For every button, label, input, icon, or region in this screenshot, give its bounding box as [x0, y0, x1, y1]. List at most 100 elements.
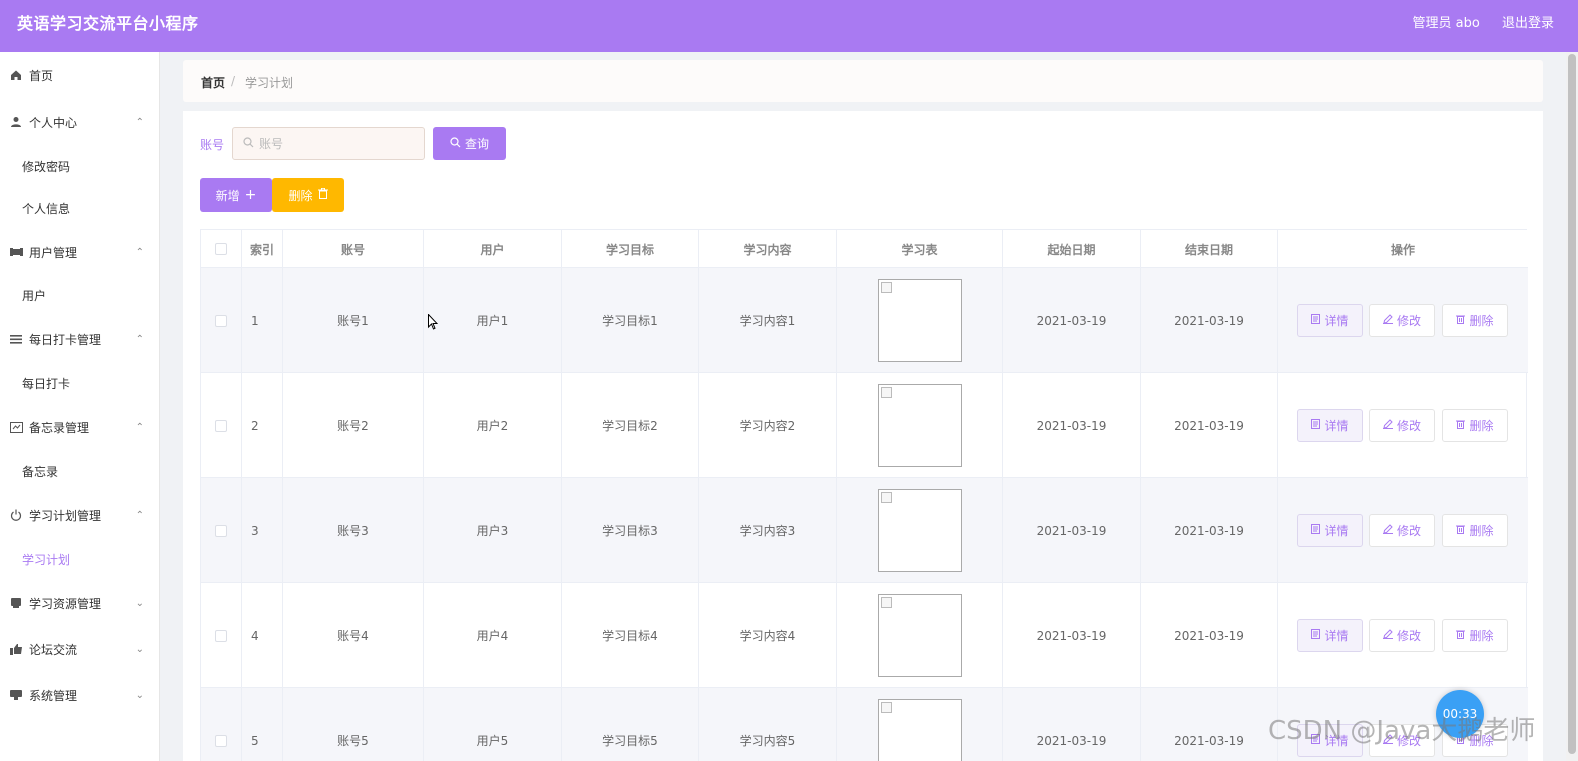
cell-content: 学习内容5	[699, 688, 837, 761]
search-input[interactable]: 账号	[232, 127, 425, 160]
chevron-up-icon: ⌃	[135, 246, 144, 258]
document-icon	[1311, 419, 1321, 432]
edit-button[interactable]: 修改	[1369, 409, 1435, 442]
cell-start-date: 2021-03-19	[1003, 478, 1141, 583]
chevron-up-icon: ⌃	[135, 421, 144, 433]
sidebar: 首页 个人中心 ⌃ 修改密码 个人信息 用户管理 ⌃ 用户 每日打卡管理 ⌃ 每…	[0, 52, 160, 761]
delete-button-label: 删除	[288, 188, 313, 203]
trash-icon	[1456, 419, 1466, 432]
header-checkbox-cell[interactable]	[201, 230, 242, 268]
chevron-down-icon: ⌄	[135, 643, 144, 655]
edit-button[interactable]: 修改	[1369, 514, 1435, 547]
sidebar-item-label: 论坛交流	[29, 642, 78, 657]
study-sheet-image[interactable]	[877, 384, 962, 467]
detail-button[interactable]: 详情	[1297, 619, 1363, 652]
row-checkbox[interactable]	[215, 734, 227, 747]
admin-user-label[interactable]: 管理员 abo	[1413, 16, 1480, 31]
cell-operations: 详情 修改 删除	[1278, 268, 1528, 373]
row-checkbox[interactable]	[215, 419, 227, 432]
scrollbar-thumb[interactable]	[1568, 54, 1576, 754]
row-checkbox-cell[interactable]	[201, 373, 242, 478]
edit-label: 修改	[1396, 419, 1421, 433]
detail-label: 详情	[1324, 629, 1349, 643]
sidebar-item-personal-info[interactable]: 个人信息	[0, 186, 160, 230]
row-checkbox[interactable]	[215, 524, 227, 537]
page-scrollbar[interactable]	[1566, 52, 1578, 761]
cell-user: 用户2	[424, 373, 562, 478]
sidebar-item-system-management[interactable]: 系统管理 ⌄	[0, 673, 160, 717]
sidebar-item-label: 备忘录管理	[29, 420, 90, 435]
batch-delete-button[interactable]: 删除	[272, 178, 344, 212]
sidebar-item-user-management[interactable]: 用户管理 ⌃	[0, 230, 160, 274]
cell-end-date: 2021-03-19	[1141, 268, 1278, 373]
add-button[interactable]: 新增 +	[200, 178, 272, 212]
cell-account: 账号3	[283, 478, 424, 583]
sidebar-item-home[interactable]: 首页	[0, 53, 160, 97]
cell-study-sheet	[837, 688, 1003, 761]
user-icon	[9, 115, 23, 129]
sidebar-item-forum[interactable]: 论坛交流 ⌄	[0, 627, 160, 671]
trash-icon	[317, 187, 328, 202]
sidebar-item-study-plan[interactable]: 学习计划	[0, 537, 160, 581]
cell-account: 账号2	[283, 373, 424, 478]
search-placeholder: 账号	[259, 137, 284, 151]
edit-label: 修改	[1396, 524, 1421, 538]
logout-link[interactable]: 退出登录	[1502, 16, 1554, 31]
sidebar-item-users[interactable]: 用户	[0, 273, 160, 317]
study-plan-table: 索引 账号 用户 学习目标 学习内容 学习表 起始日期 结束日期 操作 1 账号…	[200, 229, 1528, 761]
study-sheet-image[interactable]	[877, 594, 962, 677]
search-icon	[450, 136, 461, 151]
document-icon	[1311, 314, 1321, 327]
detail-button[interactable]: 详情	[1297, 409, 1363, 442]
top-header: 英语学习交流平台小程序 管理员 abo 退出登录	[0, 0, 1578, 52]
sidebar-item-label: 首页	[29, 68, 54, 83]
cell-account: 账号4	[283, 583, 424, 688]
row-checkbox[interactable]	[215, 629, 227, 642]
sidebar-item-label: 学习计划	[22, 552, 71, 567]
query-button[interactable]: 查询	[433, 127, 506, 160]
broken-image-icon	[880, 702, 892, 713]
row-checkbox-cell[interactable]	[201, 478, 242, 583]
sidebar-item-personal-center[interactable]: 个人中心 ⌃	[0, 100, 160, 144]
cell-user: 用户1	[424, 268, 562, 373]
row-checkbox-cell[interactable]	[201, 583, 242, 688]
edit-icon	[1382, 524, 1393, 537]
breadcrumb-separator: /	[231, 74, 236, 88]
sidebar-item-resource-management[interactable]: 学习资源管理 ⌄	[0, 581, 160, 625]
study-sheet-image[interactable]	[877, 699, 962, 761]
select-all-checkbox[interactable]	[215, 243, 227, 255]
row-checkbox[interactable]	[215, 314, 227, 327]
breadcrumb-home[interactable]: 首页	[201, 74, 225, 91]
edit-button[interactable]: 修改	[1369, 304, 1435, 337]
row-checkbox-cell[interactable]	[201, 688, 242, 761]
chevron-down-icon: ⌄	[135, 689, 144, 701]
edit-label: 修改	[1396, 629, 1421, 643]
delete-button[interactable]: 删除	[1442, 514, 1508, 547]
delete-button[interactable]: 删除	[1442, 409, 1508, 442]
users-icon	[9, 245, 23, 259]
sidebar-item-label: 用户管理	[29, 245, 78, 260]
sidebar-item-memo-management[interactable]: 备忘录管理 ⌃	[0, 405, 160, 449]
system-icon	[9, 688, 23, 702]
cell-user: 用户3	[424, 478, 562, 583]
column-header: 用户	[424, 230, 562, 268]
search-label: 账号	[200, 138, 225, 152]
delete-label: 删除	[1469, 629, 1494, 643]
sidebar-item-daily-checkin[interactable]: 每日打卡	[0, 361, 160, 405]
edit-button[interactable]: 修改	[1369, 619, 1435, 652]
sidebar-item-memo[interactable]: 备忘录	[0, 449, 160, 493]
sidebar-item-change-password[interactable]: 修改密码	[0, 144, 160, 188]
detail-button[interactable]: 详情	[1297, 514, 1363, 547]
row-checkbox-cell[interactable]	[201, 268, 242, 373]
study-sheet-image[interactable]	[877, 279, 962, 362]
delete-button[interactable]: 删除	[1442, 619, 1508, 652]
column-header: 学习内容	[699, 230, 837, 268]
delete-button[interactable]: 删除	[1442, 304, 1508, 337]
sidebar-item-study-plan-management[interactable]: 学习计划管理 ⌃	[0, 493, 160, 537]
cell-end-date: 2021-03-19	[1141, 373, 1278, 478]
study-sheet-image[interactable]	[877, 489, 962, 572]
cell-index: 3	[242, 478, 283, 583]
cell-study-sheet	[837, 478, 1003, 583]
detail-button[interactable]: 详情	[1297, 304, 1363, 337]
sidebar-item-checkin-management[interactable]: 每日打卡管理 ⌃	[0, 317, 160, 361]
